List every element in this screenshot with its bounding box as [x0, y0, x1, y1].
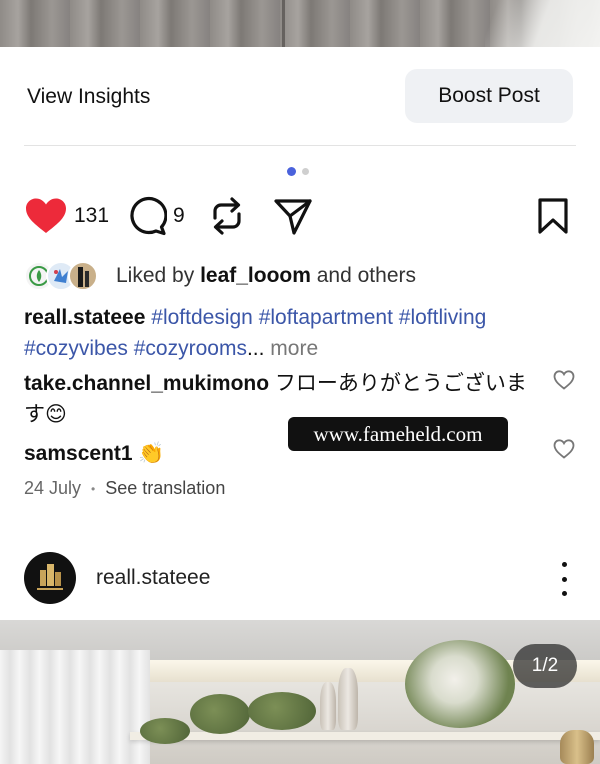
comment-button[interactable]: 9: [127, 196, 185, 236]
comment-text: 👏: [138, 442, 165, 465]
plant: [190, 694, 250, 734]
sofa-highlight: [485, 0, 600, 47]
more-link[interactable]: more: [270, 337, 318, 360]
insights-row: View Insights Boost Post: [0, 47, 600, 145]
shelf: [130, 732, 600, 740]
plant: [405, 640, 515, 728]
bookmark-icon: [538, 198, 568, 234]
comment-username[interactable]: samscent1: [24, 442, 133, 465]
like-button[interactable]: 131: [24, 196, 109, 236]
caption-username[interactable]: reall.stateee: [24, 306, 145, 329]
plant: [140, 718, 190, 744]
vase: [560, 730, 594, 764]
watermark: www.fameheld.com: [288, 417, 508, 451]
action-bar: 131 9: [0, 196, 600, 240]
liked-by-avatars: [24, 261, 104, 291]
liked-by-row[interactable]: Liked by leaf_looom and others: [24, 261, 416, 291]
post-meta: 24 July • See translation: [24, 478, 225, 499]
like-count: 131: [74, 204, 110, 227]
carousel-indicator: [287, 167, 309, 176]
next-post-header: reall.stateee: [0, 548, 600, 608]
boost-post-button[interactable]: Boost Post: [405, 69, 573, 123]
save-button[interactable]: [537, 196, 569, 236]
divider: [24, 145, 576, 146]
comment: samscent1 👏: [24, 438, 165, 469]
post-date: 24 July: [24, 478, 82, 498]
vase: [338, 668, 358, 730]
see-translation-link[interactable]: See translation: [105, 478, 225, 499]
view-insights-link[interactable]: View Insights: [27, 85, 150, 109]
comment-username[interactable]: take.channel_mukimono: [24, 372, 269, 395]
plant: [248, 692, 316, 730]
heart-icon: [26, 198, 66, 233]
carousel-dot-active: [287, 167, 296, 176]
post-username[interactable]: reall.stateee: [96, 566, 210, 590]
more-vertical-icon[interactable]: [554, 562, 574, 596]
page-indicator: 1/2: [513, 644, 577, 688]
avatar[interactable]: [24, 552, 76, 604]
caption-ellipsis: ...: [246, 337, 265, 360]
hashtag[interactable]: #loftapartment: [259, 306, 393, 329]
repost-button[interactable]: [209, 196, 245, 236]
post-image[interactable]: [0, 620, 600, 764]
avatar: [68, 261, 98, 291]
meta-separator: •: [91, 481, 96, 496]
repost-icon: [213, 197, 241, 235]
comment-icon: [130, 196, 167, 236]
post-caption: reall.stateee #loftdesign #loftapartment…: [24, 302, 494, 364]
comment-count: 9: [173, 204, 185, 227]
share-button[interactable]: [273, 196, 313, 236]
previous-post-image: [0, 0, 600, 47]
hashtag[interactable]: #loftliving: [399, 306, 487, 329]
liked-by-text: Liked by leaf_looom and others: [116, 264, 416, 287]
floor-seam: [282, 0, 285, 47]
hashtag[interactable]: #cozyvibes: [24, 337, 128, 360]
hashtag[interactable]: #loftdesign: [151, 306, 253, 329]
liked-by-user[interactable]: leaf_looom: [200, 264, 311, 287]
carousel-dot: [302, 168, 309, 175]
curtain: [0, 650, 150, 764]
vase: [320, 682, 336, 730]
hashtag[interactable]: #cozyrooms: [134, 337, 247, 360]
comment-like-icon[interactable]: [553, 370, 575, 390]
send-icon: [274, 199, 312, 235]
comment-like-icon[interactable]: [553, 439, 575, 459]
